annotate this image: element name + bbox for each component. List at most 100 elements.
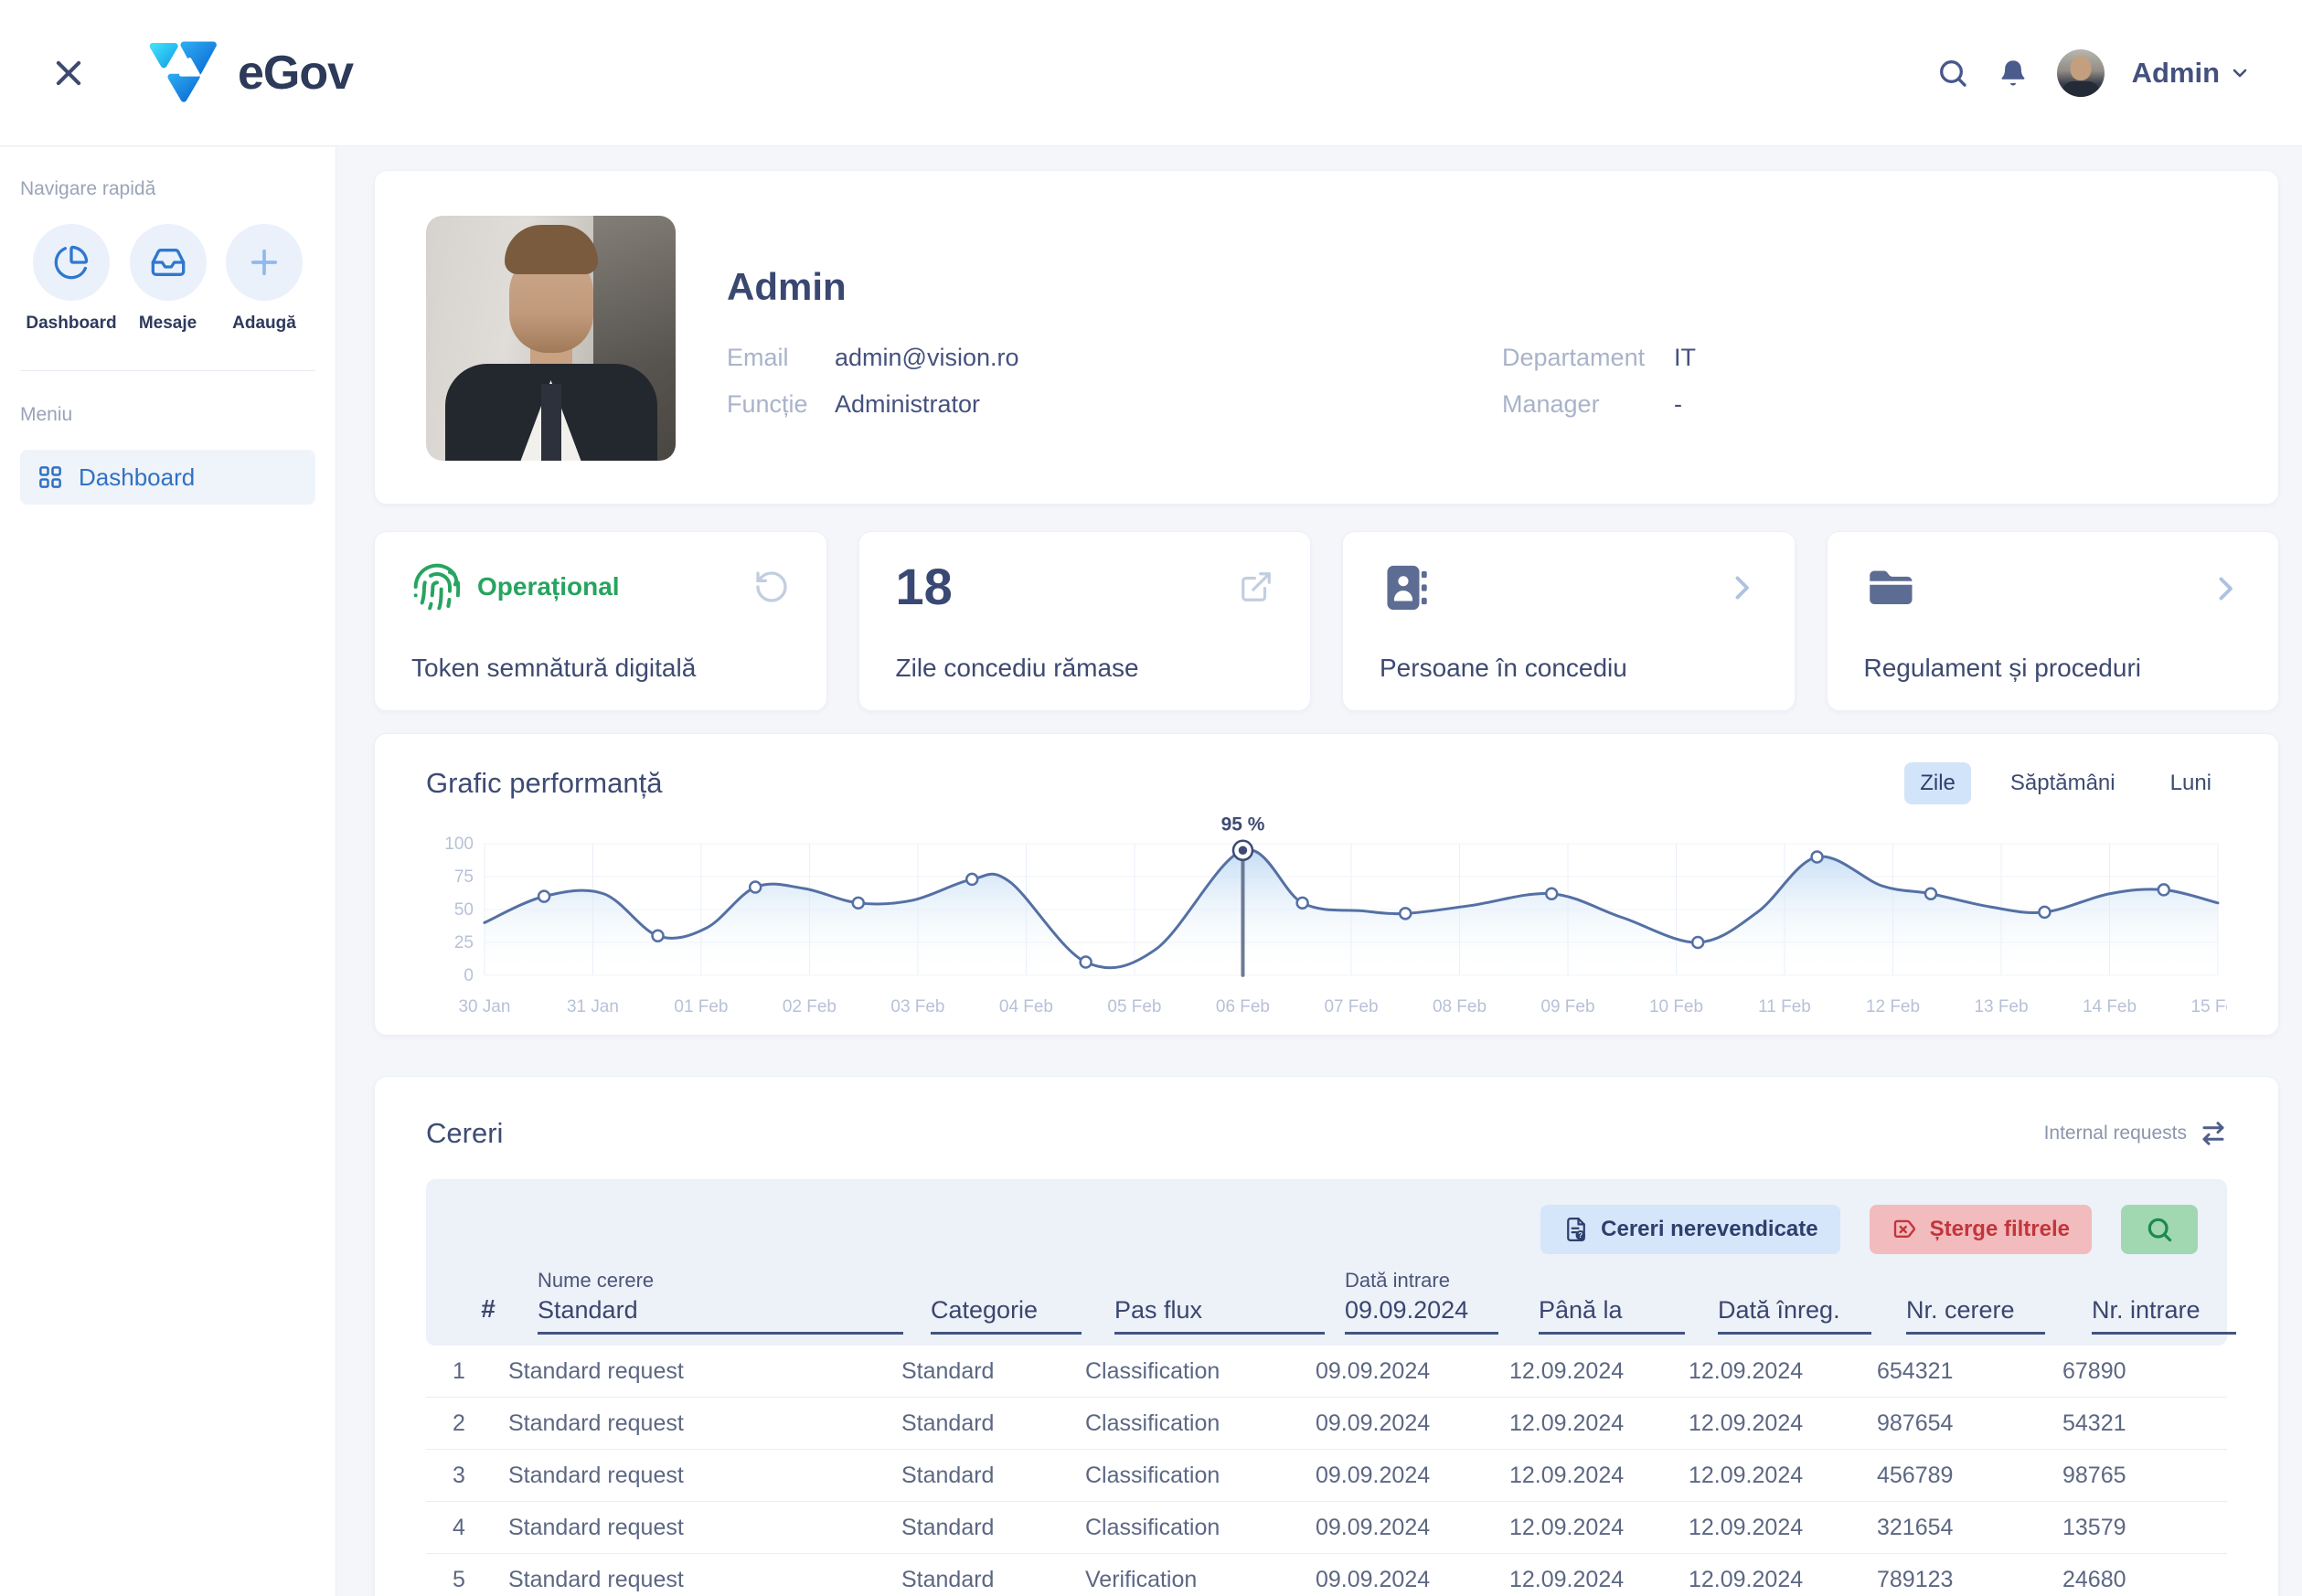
chart-point[interactable]: [966, 874, 977, 885]
x-axis-label: 14 Feb: [2083, 997, 2137, 1016]
x-axis-label: 02 Feb: [783, 997, 837, 1016]
plus-icon: [245, 243, 283, 282]
table-filter-panel: ? Cereri nerevendicate Șterge filtrele #…: [426, 1179, 2227, 1346]
go-to-regulament-button[interactable]: [2209, 572, 2242, 605]
filter-categorie: Categorie: [914, 1263, 1098, 1335]
performance-chart-card: Grafic performanță Zile Săptămâni Luni 3…: [374, 733, 2279, 1036]
cell-index: 1: [426, 1346, 492, 1397]
filter-input-data_inreg[interactable]: Dată înreg.: [1718, 1296, 1871, 1335]
table-search-button[interactable]: [2121, 1205, 2198, 1254]
filter-nume: Nume cerereStandard: [521, 1263, 914, 1335]
fingerprint-icon: [411, 561, 463, 612]
toggle-saptamani[interactable]: Săptămâni: [1995, 762, 2131, 804]
chart-point[interactable]: [1400, 908, 1411, 919]
stat-card-regulament[interactable]: Regulament și proceduri: [1827, 531, 2280, 711]
quick-item-adauga[interactable]: Adaugă: [220, 224, 308, 334]
document-question-icon: ?: [1562, 1216, 1590, 1243]
pie-chart-icon: [53, 244, 90, 281]
filter-input-nr_cerere[interactable]: Nr. cerere: [1906, 1296, 2045, 1335]
quick-item-mesaje[interactable]: Mesaje: [124, 224, 212, 334]
cell-pana_la: 12.09.2024: [1493, 1450, 1672, 1501]
chart-point[interactable]: [1297, 898, 1308, 909]
cell-pana_la: 12.09.2024: [1493, 1346, 1672, 1397]
cell-data_intrare: 09.09.2024: [1299, 1450, 1493, 1501]
table-row[interactable]: 2Standard requestStandardClassification0…: [426, 1398, 2227, 1450]
field-label: Funcție: [727, 390, 835, 419]
filter-input-pana_la[interactable]: Până la: [1539, 1296, 1685, 1335]
filter-nr_intrare: Nr. intrare: [2075, 1263, 2236, 1335]
user-menu[interactable]: Admin: [2132, 57, 2251, 90]
notifications-button[interactable]: [1997, 57, 2030, 90]
quick-item-label: Mesaje: [139, 314, 197, 334]
x-axis-label: 05 Feb: [1107, 997, 1161, 1016]
filter-input-data_intrare[interactable]: 09.09.2024: [1345, 1296, 1498, 1335]
stat-card-concediu[interactable]: 18 Zile concediu rămase: [858, 531, 1312, 711]
chart-point[interactable]: [1692, 937, 1703, 948]
search-button[interactable]: [1936, 57, 1969, 90]
chart-range-toggles: Zile Săptămâni Luni: [1904, 762, 2227, 804]
toggle-luni[interactable]: Luni: [2155, 762, 2227, 804]
chart-point[interactable]: [1925, 888, 1936, 899]
quick-nav-title: Navigare rapidă: [20, 178, 315, 200]
chart-point[interactable]: [750, 882, 761, 893]
profile-photo: [426, 216, 676, 461]
chart-point[interactable]: [653, 931, 664, 942]
table-row[interactable]: 1Standard requestStandardClassification0…: [426, 1346, 2227, 1398]
table-header-row: # Nume cerereStandard Categorie Pas flux Da…: [455, 1263, 2198, 1335]
x-axis-label: 30 Jan: [458, 997, 510, 1016]
go-to-persoane-button[interactable]: [1725, 571, 1758, 604]
filter-input-nr_intrare[interactable]: Nr. intrare: [2092, 1296, 2236, 1335]
cell-nume: Standard request: [492, 1346, 885, 1397]
table-row[interactable]: 3Standard requestStandardClassification0…: [426, 1450, 2227, 1502]
cell-index: 4: [426, 1502, 492, 1553]
cell-nr_intrare: 67890: [2046, 1346, 2227, 1397]
brand-logo[interactable]: eGov: [143, 32, 353, 114]
profile-name: Admin: [727, 265, 2227, 309]
sidebar-item-dashboard[interactable]: Dashboard: [20, 450, 315, 505]
cell-categorie: Standard: [885, 1346, 1069, 1397]
cell-pana_la: 12.09.2024: [1493, 1554, 1672, 1596]
cell-index: 2: [426, 1398, 492, 1449]
contacts-icon: [1380, 561, 1433, 614]
svg-text:?: ?: [1578, 1231, 1583, 1240]
chart-point[interactable]: [1812, 851, 1823, 862]
cell-nr_intrare: 54321: [2046, 1398, 2227, 1449]
x-axis-label: 06 Feb: [1216, 997, 1270, 1016]
quick-item-dashboard[interactable]: Dashboard: [27, 224, 115, 334]
requests-mode-switch[interactable]: Internal requests: [2044, 1120, 2227, 1147]
profile-manager: -: [1674, 390, 1682, 419]
column-index: #: [455, 1263, 521, 1335]
filter-input-categorie[interactable]: Categorie: [931, 1296, 1082, 1335]
chart-point[interactable]: [2039, 907, 2050, 918]
table-row[interactable]: 5Standard requestStandardVerification09.…: [426, 1554, 2227, 1596]
toggle-zile[interactable]: Zile: [1904, 762, 1971, 804]
chart-point[interactable]: [1081, 957, 1092, 968]
profile-card: Admin Emailadmin@vision.ro FuncțieAdmini…: [374, 170, 2279, 505]
stat-card-persoane[interactable]: Persoane în concediu: [1342, 531, 1796, 711]
stat-card-token[interactable]: Operațional Token semnătură digitală: [374, 531, 827, 711]
chart-point[interactable]: [853, 898, 864, 909]
search-icon: [1936, 57, 1969, 90]
clear-filters-button[interactable]: Șterge filtrele: [1870, 1205, 2092, 1254]
search-icon: [2145, 1215, 2174, 1244]
chart-point[interactable]: [2158, 884, 2169, 895]
chart-active-point[interactable]: [1237, 845, 1248, 856]
profile-email: admin@vision.ro: [835, 344, 1019, 372]
refresh-button[interactable]: [753, 569, 790, 605]
quick-item-label: Adaugă: [232, 314, 296, 334]
chart-point[interactable]: [1546, 888, 1557, 899]
table-row[interactable]: 4Standard requestStandardClassification0…: [426, 1502, 2227, 1554]
swap-arrows-icon: [2200, 1120, 2227, 1147]
unclaimed-requests-button[interactable]: ? Cereri nerevendicate: [1540, 1205, 1839, 1254]
x-axis-label: 01 Feb: [674, 997, 728, 1016]
open-external-button[interactable]: [1239, 569, 1274, 604]
chart-point[interactable]: [538, 891, 549, 902]
menu-title: Meniu: [20, 404, 315, 426]
close-menu-button[interactable]: [51, 56, 86, 90]
filter-input-pas[interactable]: Pas flux: [1114, 1296, 1325, 1335]
user-avatar[interactable]: [2057, 49, 2105, 97]
header-actions: Admin: [1936, 49, 2251, 97]
filter-input-nume[interactable]: Standard: [538, 1296, 903, 1335]
filter-label: [1718, 1263, 1890, 1293]
bell-icon: [1997, 57, 2030, 90]
